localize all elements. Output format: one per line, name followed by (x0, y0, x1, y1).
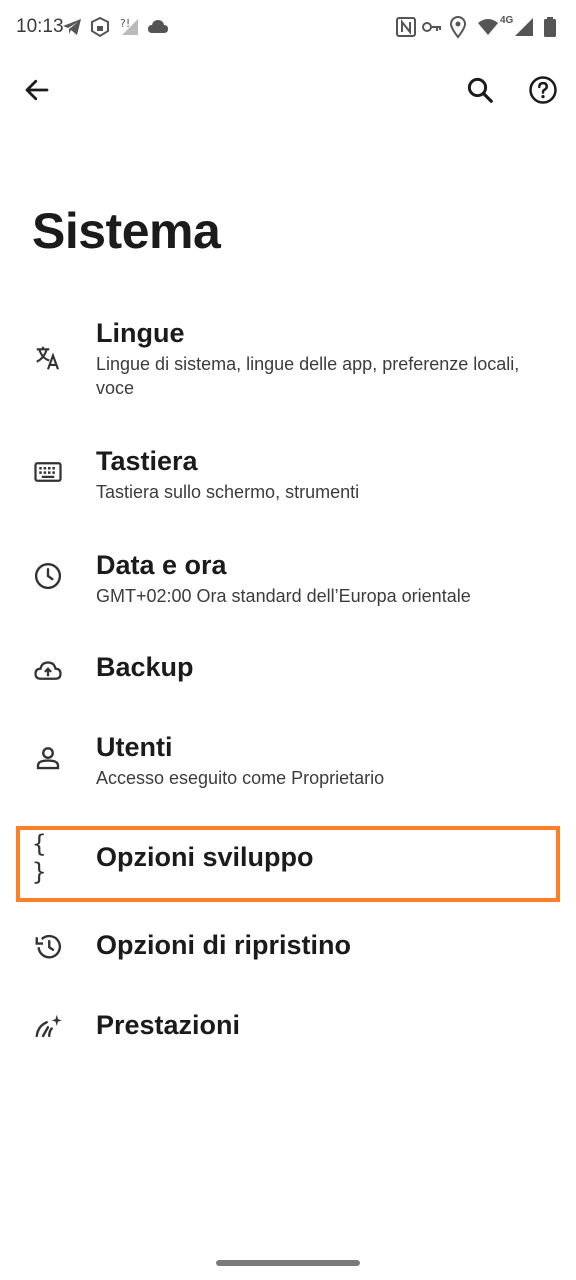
settings-item-utenti[interactable]: Utenti Accesso eseguito come Proprietari… (0, 726, 576, 806)
settings-item-title: Utenti (96, 732, 173, 762)
cloud-upload-icon (32, 654, 64, 686)
settings-item-tastiera[interactable]: Tastiera Tastiera sullo schermo, strumen… (0, 440, 576, 520)
settings-item-opzioni-ripristino[interactable]: Opzioni di ripristino (0, 918, 576, 978)
telegram-icon (60, 14, 84, 40)
vpn-key-icon (420, 14, 444, 40)
clock-icon (32, 560, 64, 592)
settings-item-title: Lingue (96, 318, 185, 348)
settings-item-backup[interactable]: Backup (0, 640, 576, 700)
nfc-icon (394, 14, 418, 40)
help-button[interactable] (519, 68, 567, 116)
search-icon (465, 75, 495, 110)
status-bar: 10:13 ?! 4G (0, 0, 576, 56)
braces-icon: { } (32, 830, 51, 886)
back-button[interactable] (13, 68, 61, 116)
person-icon (32, 742, 64, 774)
settings-item-subtitle: Accesso eseguito come Proprietario (96, 768, 385, 788)
svg-text:?!: ?! (120, 17, 130, 30)
settings-item-opzioni-sviluppo[interactable]: { } Opzioni sviluppo (0, 830, 576, 890)
search-button[interactable] (456, 68, 504, 116)
home-gesture-bar[interactable] (216, 1260, 360, 1266)
status-time: 10:13 (16, 16, 64, 37)
settings-item-subtitle: GMT+02:00 Ora standard dell’Europa orien… (96, 586, 471, 606)
translate-icon (32, 342, 64, 374)
settings-item-title: Data e ora (96, 550, 227, 580)
settings-item-title: Backup (96, 652, 194, 682)
settings-item-subtitle: Tastiera sullo schermo, strumenti (96, 482, 360, 502)
cloud-icon (146, 14, 170, 40)
settings-item-lingue[interactable]: Lingue Lingue di sistema, lingue delle a… (0, 310, 576, 410)
keyboard-icon (32, 456, 64, 488)
location-icon (446, 14, 470, 40)
wifi-icon (476, 14, 500, 40)
arrow-back-icon (22, 75, 52, 110)
settings-item-data-ora[interactable]: Data e ora GMT+02:00 Ora standard dell’E… (0, 544, 576, 624)
battery-icon (538, 14, 562, 40)
settings-item-title: Opzioni di ripristino (96, 930, 351, 960)
page-title: Sistema (32, 203, 221, 259)
help-icon (528, 75, 558, 110)
performance-icon (32, 1010, 64, 1042)
shield-lock-icon (88, 14, 112, 40)
restore-icon (32, 930, 64, 962)
settings-item-title: Prestazioni (96, 1010, 241, 1040)
settings-item-title: Opzioni sviluppo (96, 842, 314, 872)
cell-signal-icon (512, 14, 536, 40)
settings-item-subtitle: Lingue di sistema, lingue delle app, pre… (96, 354, 520, 398)
signal-icon: ?! (118, 14, 142, 40)
settings-item-prestazioni[interactable]: Prestazioni (0, 998, 576, 1058)
settings-item-title: Tastiera (96, 446, 198, 476)
